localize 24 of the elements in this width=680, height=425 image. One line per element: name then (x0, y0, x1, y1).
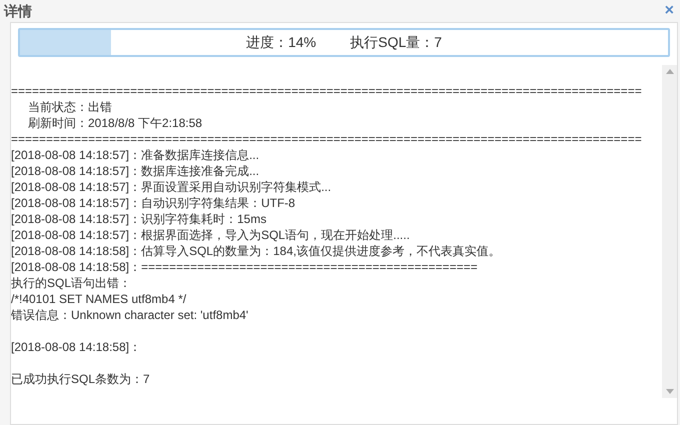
scroll-up-icon[interactable] (666, 69, 674, 74)
log-line: [2018-08-08 14:18:57]：自动识别字符集结果：UTF-8 (11, 195, 296, 211)
log-line: 当前状态：出错 (28, 99, 112, 115)
log-line: 已成功执行SQL条数为：7 (11, 371, 150, 387)
log-line: [2018-08-08 14:18:58]： (11, 339, 142, 355)
window-title: 详情 (4, 2, 32, 20)
log-line: [2018-08-08 14:18:57]：界面设置采用自动识别字符集模式... (11, 179, 332, 195)
log-line: 执行的SQL语句出错： (11, 275, 132, 291)
log-line: /*!40101 SET NAMES utf8mb4 */ (11, 291, 186, 307)
log-line: ========================================================================================== (11, 83, 642, 99)
scroll-down-icon[interactable] (666, 389, 674, 394)
log-line: [2018-08-08 14:18:57]：数据库连接准备完成... (11, 163, 260, 179)
log-line: [2018-08-08 14:18:58]：估算导入SQL的数量为：184,该值仅提供进度参考，不代表真实值。 (11, 243, 500, 259)
sql-count-text: 执行SQL量：7 (350, 33, 442, 52)
scrollbar[interactable] (662, 65, 677, 398)
log-line: 刷新时间：2018/8/8 下午2:18:58 (28, 115, 202, 131)
log-line: [2018-08-08 14:18:57]：准备数据库连接信息... (11, 147, 260, 163)
log-line: [2018-08-08 14:18:58]：================================================ (11, 259, 478, 275)
log-line: ========================================================================================== (11, 131, 642, 147)
log-line: [2018-08-08 14:18:57]：根据界面选择，导入为SQL语句，现在开始处理..... (11, 227, 410, 243)
progress-text: 进度：14% (246, 33, 316, 52)
log-line: [2018-08-08 14:18:57]：识别字符集耗时：15ms (11, 211, 266, 227)
close-button[interactable]: × (664, 3, 676, 19)
log-line: 错误信息：Unknown character set: 'utf8mb4' (11, 307, 248, 323)
